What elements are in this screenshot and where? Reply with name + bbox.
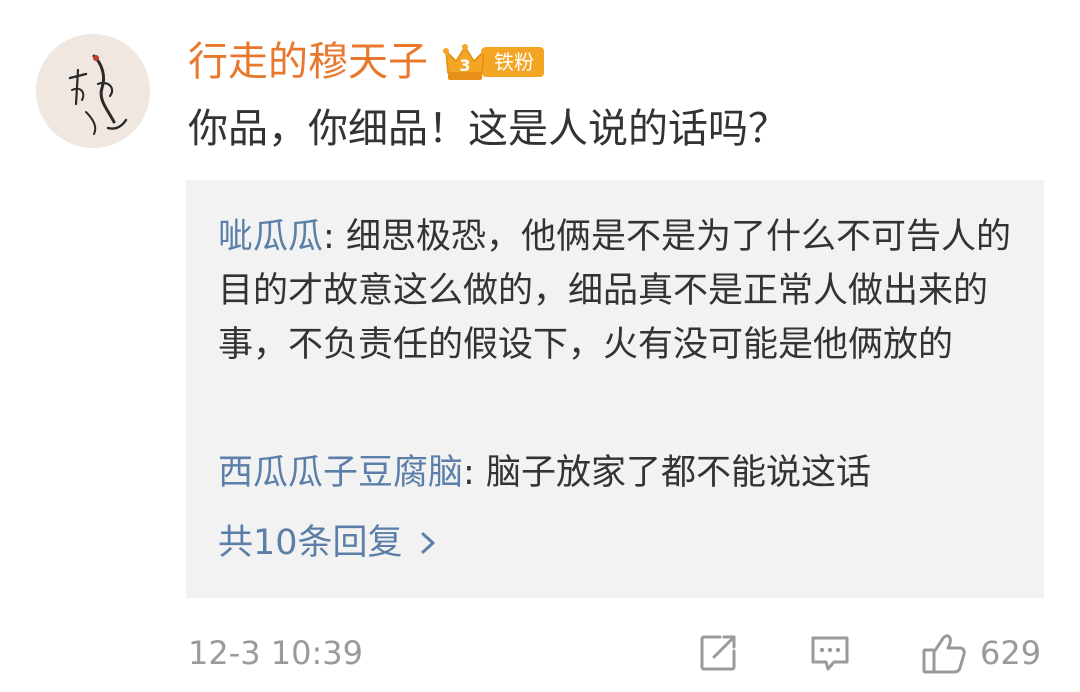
chevron-right-icon [421, 532, 435, 554]
like-button[interactable]: 629 [920, 628, 1041, 678]
fan-level: 3 [459, 56, 470, 75]
thumbs-up-icon [922, 634, 966, 674]
reply-item[interactable]: 呲瓜瓜: 细思极恐，他俩是不是为了什么不可告人的目的才故意这么做的，细品真不是正… [218, 210, 1018, 372]
comment-footer: 12-3 10:39 629 [188, 628, 1044, 678]
fan-badge[interactable]: 3 铁粉 [442, 43, 544, 81]
crown-icon: 3 [443, 44, 487, 80]
comment-icon [811, 636, 849, 671]
username[interactable]: 行走的穆天子 [188, 34, 428, 90]
reply-separator: : [463, 453, 486, 493]
like-count: 629 [980, 634, 1042, 672]
comment-text: 你品，你细品！这是人说的话吗？ [188, 106, 788, 152]
replies-panel[interactable]: 呲瓜瓜: 细思极恐，他俩是不是为了什么不可告人的目的才故意这么做的，细品真不是正… [186, 180, 1044, 598]
reply-author[interactable]: 呲瓜瓜 [218, 217, 323, 257]
reply-count-label: 共10条回复 [218, 523, 403, 563]
reply-text: 脑子放家了都不能说这话 [485, 453, 871, 493]
fan-label: 铁粉 [482, 47, 544, 77]
reply-separator: : [323, 217, 346, 257]
reply-author[interactable]: 西瓜瓜子豆腐脑 [218, 453, 463, 493]
comment-button[interactable] [808, 628, 852, 678]
share-icon [700, 635, 736, 671]
reply-item[interactable]: 西瓜瓜子豆腐脑: 脑子放家了都不能说这话 [218, 446, 1018, 500]
avatar[interactable] [36, 34, 150, 148]
share-button[interactable] [696, 628, 740, 678]
comment-header: 行走的穆天子 3 铁粉 [188, 34, 544, 90]
timestamp: 12-3 10:39 [188, 634, 364, 672]
view-all-replies-link[interactable]: 共10条回复 [218, 516, 439, 570]
